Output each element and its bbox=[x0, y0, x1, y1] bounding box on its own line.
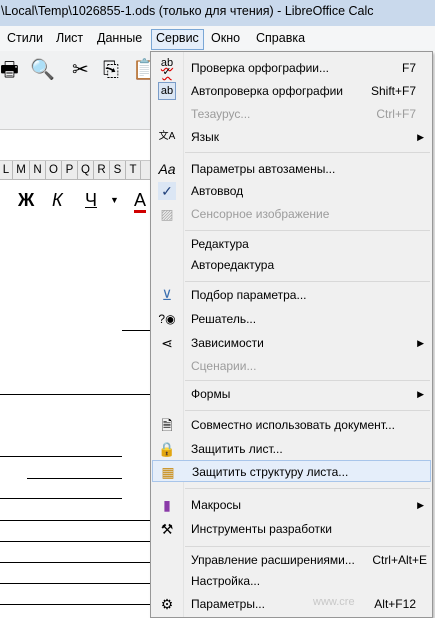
menu-item-options[interactable]: ⚙ Параметры... Alt+F12 bbox=[152, 593, 431, 615]
font-color-button[interactable]: А bbox=[134, 190, 147, 213]
cell-border bbox=[0, 520, 150, 521]
macros-icon: ▮ bbox=[163, 497, 171, 513]
menu-item-thesaurus[interactable]: Тезаурус... Ctrl+F7 bbox=[152, 103, 431, 125]
menu-separator bbox=[185, 546, 430, 547]
menu-help[interactable]: Справка bbox=[252, 29, 309, 48]
column-o[interactable]: O bbox=[46, 161, 62, 179]
print-preview-icon[interactable]: 🔍 bbox=[30, 59, 55, 81]
column-t[interactable]: T bbox=[126, 161, 141, 179]
menu-data[interactable]: Данные bbox=[93, 29, 146, 48]
menu-item-goal-seek[interactable]: ⊻ Подбор параметра... bbox=[152, 284, 431, 306]
menu-separator bbox=[185, 230, 430, 231]
column-p[interactable]: P bbox=[62, 161, 78, 179]
menu-styles[interactable]: Стили bbox=[3, 29, 47, 48]
column-header: L M N O P Q R S T bbox=[0, 160, 150, 180]
column-r[interactable]: R bbox=[94, 161, 110, 179]
submenu-arrow-icon: ▶ bbox=[417, 132, 424, 142]
menu-item-macros[interactable]: ▮ Макросы ▶ bbox=[152, 494, 431, 516]
submenu-arrow-icon: ▶ bbox=[417, 389, 424, 399]
column-m[interactable]: M bbox=[13, 161, 30, 179]
menu-item-share-document[interactable]: 🗎 Совместно использовать документ... bbox=[152, 414, 431, 436]
bold-button[interactable]: Ж bbox=[18, 190, 34, 211]
column-s[interactable]: S bbox=[110, 161, 126, 179]
menu-item-dependencies[interactable]: ⋖ Зависимости ▶ bbox=[152, 332, 431, 354]
checkmark-icon: ✓ bbox=[158, 182, 176, 200]
menu-item-spelling[interactable]: ab ✓ Проверка орфографии... F7 bbox=[152, 57, 431, 79]
copy-icon[interactable]: ⎘ bbox=[103, 59, 119, 81]
cut-icon[interactable]: ✂ bbox=[72, 59, 89, 81]
protect-structure-icon: ▦ bbox=[161, 464, 175, 480]
menu-separator bbox=[185, 410, 430, 411]
column-l[interactable]: L bbox=[0, 161, 13, 179]
underline-button[interactable]: Ч bbox=[85, 190, 97, 211]
print-icon[interactable]: 🖶 bbox=[0, 59, 19, 81]
menu-item-language[interactable]: 文A Язык ▶ bbox=[152, 126, 431, 148]
developer-tools-icon: ⚒ bbox=[160, 521, 174, 537]
menu-item-redaction[interactable]: Редактура bbox=[152, 233, 431, 255]
column-q[interactable]: Q bbox=[78, 161, 94, 179]
menu-separator bbox=[185, 380, 430, 381]
menu-separator bbox=[185, 152, 430, 153]
formatting-toolbar: Ж К Ч ▼ А bbox=[0, 91, 150, 213]
cell-border bbox=[122, 330, 150, 331]
menu-sheet[interactable]: Лист bbox=[52, 29, 87, 48]
cell-border bbox=[27, 478, 122, 479]
menu-separator bbox=[185, 281, 430, 282]
menu-item-solver[interactable]: ?◉ Решатель... bbox=[152, 308, 431, 330]
menu-separator bbox=[185, 488, 430, 489]
cell-border bbox=[0, 498, 122, 499]
image-icon: ▨ bbox=[160, 206, 174, 222]
tools-menu: ab ✓ Проверка орфографии... F7 ab Автопро… bbox=[150, 51, 433, 618]
cell-border bbox=[0, 562, 150, 563]
cell-border bbox=[0, 456, 122, 457]
cell-border bbox=[0, 541, 150, 542]
protect-sheet-icon: 🔒 bbox=[158, 441, 176, 457]
dependencies-icon: ⋖ bbox=[161, 335, 173, 351]
menu-item-image-map[interactable]: ▨ Сенсорное изображение bbox=[152, 203, 431, 225]
menu-item-protect-structure[interactable]: ▦ Защитить структуру листа... bbox=[152, 460, 431, 482]
menu-item-developer-tools[interactable]: ⚒ Инструменты разработки bbox=[152, 518, 431, 540]
menu-item-customize[interactable]: Настройка... bbox=[152, 570, 431, 592]
menu-item-autospellcheck[interactable]: ab Автопроверка орфографии Shift+F7 bbox=[152, 80, 431, 102]
menu-window[interactable]: Окно bbox=[207, 29, 244, 48]
gear-icon: ⚙ bbox=[160, 596, 174, 612]
underline-dropdown-icon[interactable]: ▼ bbox=[110, 195, 119, 205]
standard-toolbar: 🖶 🔍 ✂ ⎘ 📋 bbox=[0, 51, 157, 91]
language-icon: 文A bbox=[158, 131, 176, 142]
menu-item-extension-manager[interactable]: Управление расширениями... Ctrl+Alt+E bbox=[152, 549, 431, 571]
cell-border bbox=[0, 583, 150, 584]
submenu-arrow-icon: ▶ bbox=[417, 500, 424, 510]
share-document-icon: 🗎 bbox=[161, 417, 173, 433]
spellcheck-icon: ab ✓ bbox=[160, 57, 174, 78]
menu-item-scenarios[interactable]: Сценарии... bbox=[152, 355, 431, 377]
solver-icon: ?◉ bbox=[158, 312, 176, 326]
window-title-bar: \Local\Temp\1026855-1.ods (только для чт… bbox=[0, 0, 435, 26]
goal-seek-icon: ⊻ bbox=[161, 287, 173, 303]
menu-item-forms[interactable]: Формы ▶ bbox=[152, 383, 431, 405]
submenu-arrow-icon: ▶ bbox=[417, 338, 424, 348]
italic-button[interactable]: К bbox=[52, 190, 63, 211]
window-title: \Local\Temp\1026855-1.ods (только для чт… bbox=[1, 4, 374, 18]
cell-border bbox=[0, 394, 150, 395]
menu-item-autocorrect-options[interactable]: Aa Параметры автозамены... bbox=[152, 158, 431, 180]
cell-border bbox=[0, 604, 150, 605]
watermark-text: www.cre bbox=[313, 596, 355, 608]
autospellcheck-icon: ab bbox=[158, 82, 176, 100]
menu-item-autoinput[interactable]: ✓ Автоввод bbox=[152, 180, 431, 202]
menu-item-protect-sheet[interactable]: 🔒 Защитить лист... bbox=[152, 438, 431, 460]
autocorrect-icon: Aa bbox=[158, 161, 176, 177]
menu-tools[interactable]: Сервис bbox=[151, 29, 204, 50]
menu-item-autoredaction[interactable]: Авторедактура bbox=[152, 254, 431, 276]
column-n[interactable]: N bbox=[30, 161, 46, 179]
menu-bar: Стили Лист Данные Сервис Окно Справка bbox=[0, 26, 435, 51]
